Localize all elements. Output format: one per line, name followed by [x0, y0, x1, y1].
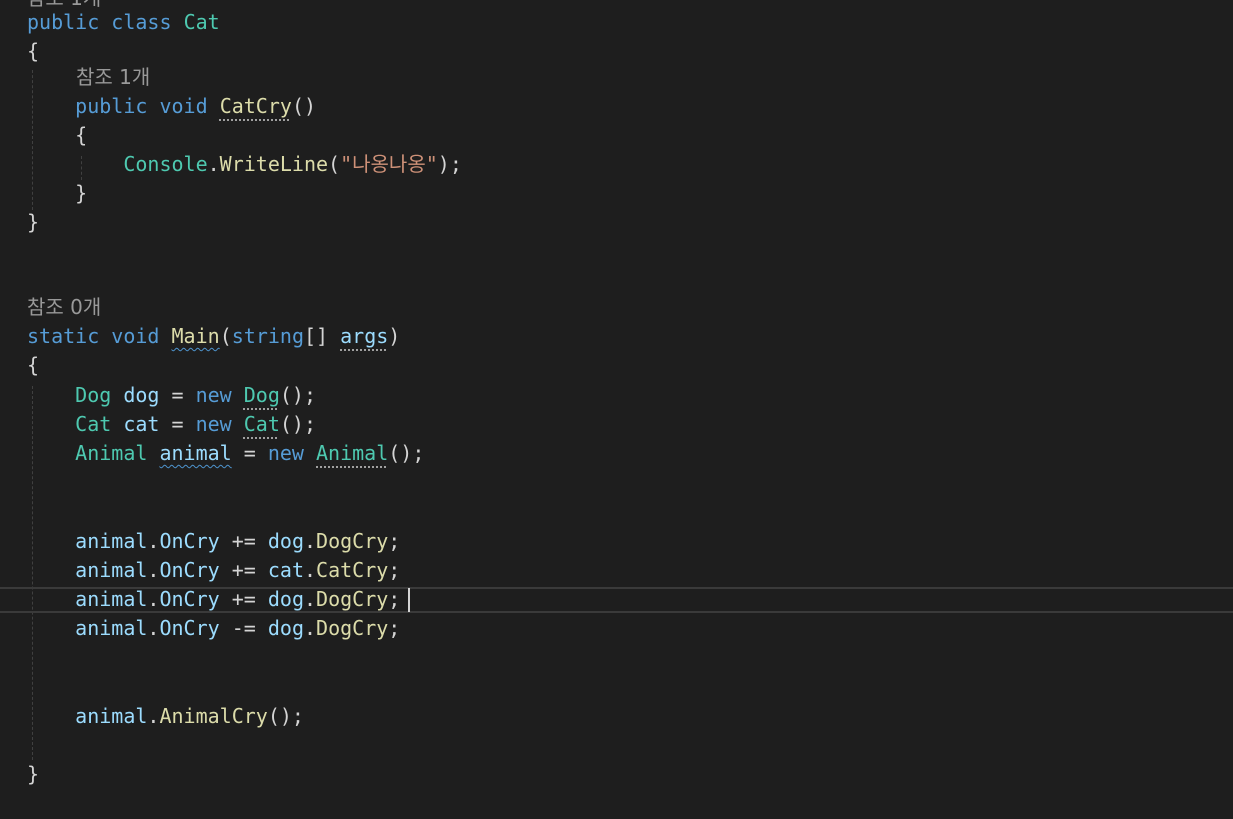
code-editor[interactable]: 참조 1개 참조 1개 참조 0개 public class Cat { pub…	[0, 0, 1233, 819]
code-line: {	[27, 123, 88, 147]
string-literal: "나옹나옹"	[340, 152, 438, 176]
method-name: CatCry	[219, 94, 292, 118]
code-line: Animal animal = new Animal();	[75, 441, 425, 465]
code-line: animal.AnimalCry();	[75, 704, 304, 728]
code-line: public void CatCry()	[75, 94, 317, 118]
code-lens-references[interactable]: 참조 0개	[27, 293, 101, 322]
class-name: Cat	[183, 10, 220, 34]
code-line: static void Main(string[] args)	[27, 324, 401, 348]
text-cursor	[408, 588, 410, 612]
code-line: Cat cat = new Cat();	[75, 412, 317, 436]
code-line: animal.OnCry += dog.DogCry;	[75, 587, 401, 611]
code-line: animal.OnCry += dog.DogCry;	[75, 529, 401, 553]
code-line: {	[27, 39, 40, 63]
code-line: Dog dog = new Dog();	[75, 383, 317, 407]
code-line: Console.WriteLine("나옹나옹");	[123, 152, 462, 176]
code-line: animal.OnCry += cat.CatCry;	[75, 558, 401, 582]
method-name: Main	[171, 324, 220, 348]
code-line: }	[27, 210, 40, 234]
code-line: {	[27, 353, 40, 377]
code-line: }	[27, 181, 88, 205]
code-line: public class Cat	[27, 10, 220, 34]
code-line: }	[27, 762, 40, 786]
code-line: animal.OnCry -= dog.DogCry;	[75, 616, 401, 640]
parameter-name: args	[340, 324, 389, 348]
code-lens-references[interactable]: 참조 1개	[76, 63, 150, 92]
